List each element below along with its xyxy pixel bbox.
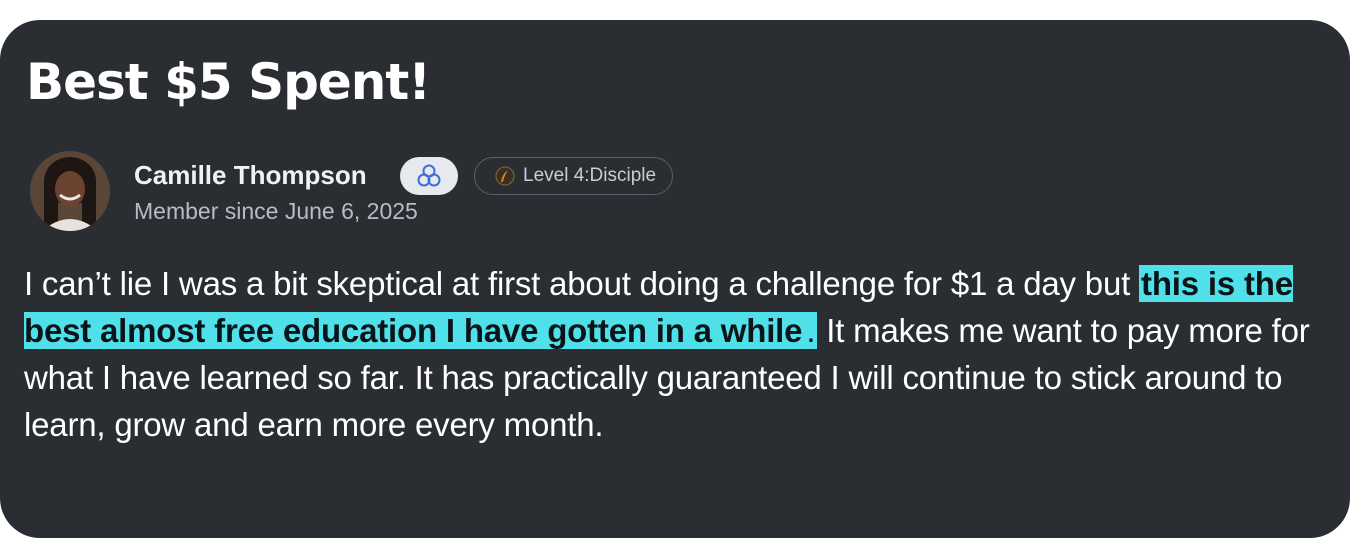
community-badge[interactable] [400,157,458,195]
level-badge: Level 4:Disciple [474,157,674,195]
feather-icon [495,166,515,186]
review-card: Best $5 Spent! Camille Thompson Member s… [0,20,1350,538]
review-highlight-end: . [804,312,818,349]
author-name[interactable]: Camille Thompson [134,158,367,192]
avatar-photo-icon [30,151,110,231]
avatar[interactable] [30,151,110,231]
member-since: Member since June 6, 2025 [134,198,418,224]
level-label: Level 4:Disciple [523,165,657,186]
review-title: Best $5 Spent! [26,53,431,111]
review-body: I can’t lie I was a bit skeptical at fir… [24,260,1334,448]
community-knot-icon [417,164,441,187]
review-text-start: I can’t lie I was a bit skeptical at fir… [24,265,1140,302]
